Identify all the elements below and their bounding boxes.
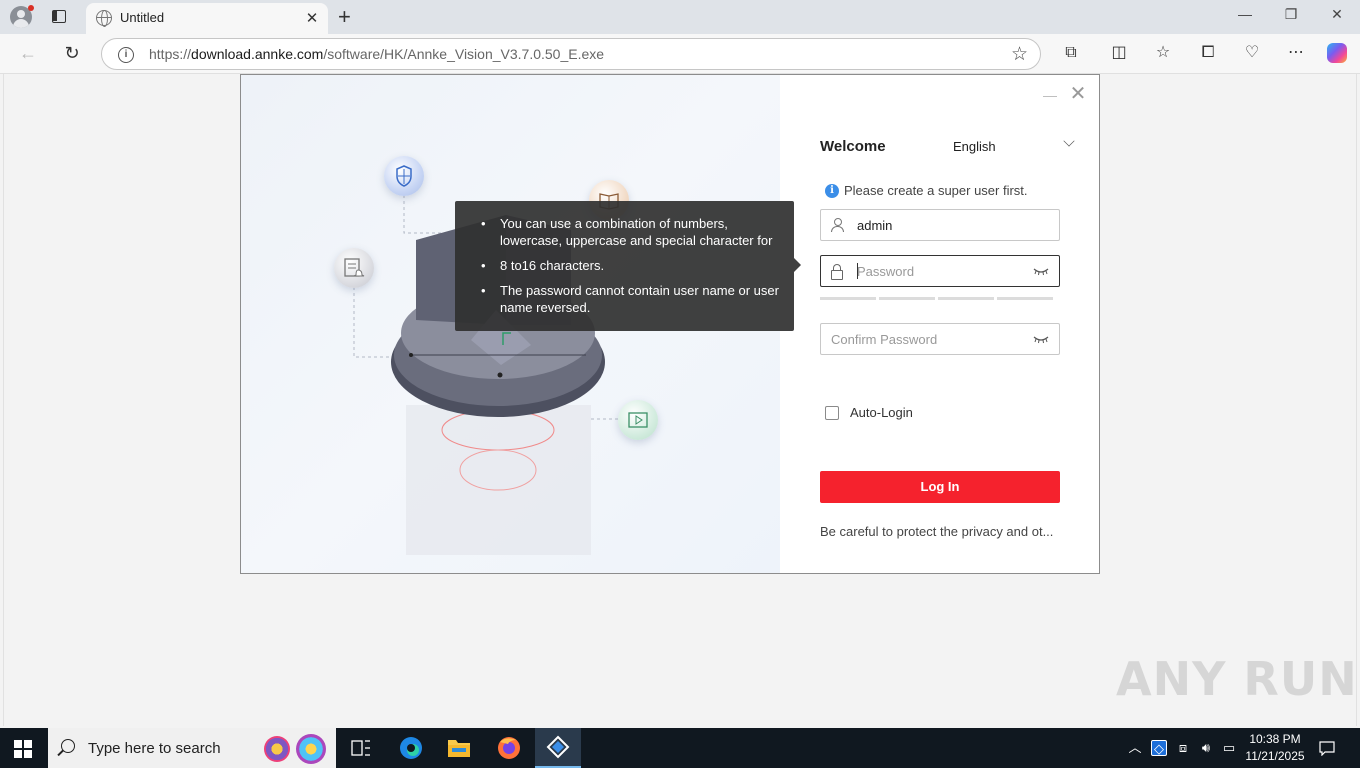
split-screen-icon[interactable]: ◫ <box>1108 42 1130 64</box>
windows-taskbar: Type here to search ︿ ◇ ⧈ 🔊︎ ▭ 10:38 PM … <box>0 728 1360 768</box>
username-value: admin <box>857 218 893 233</box>
tab-title: Untitled <box>120 10 165 25</box>
password-rules-tooltip: You can use a combination of numbers, lo… <box>455 201 794 331</box>
video-badge-icon <box>618 400 658 440</box>
firefox-icon[interactable] <box>486 728 532 768</box>
back-button[interactable]: ← <box>16 42 40 66</box>
clock-time[interactable]: 10:38 PM <box>1244 732 1306 746</box>
volume-icon[interactable]: 🔊︎ <box>1198 740 1214 756</box>
copilot-icon[interactable] <box>1327 43 1347 63</box>
password-strength-meter <box>820 297 1055 300</box>
search-highlight-icon <box>264 736 290 762</box>
browser-tab[interactable]: Untitled ✕ <box>86 3 328 34</box>
language-select[interactable]: English <box>953 139 996 154</box>
confirm-password-placeholder: Confirm Password <box>831 332 938 347</box>
window-restore-button[interactable]: ❐ <box>1281 6 1301 23</box>
dialog-close-button[interactable]: ✕ <box>1069 84 1087 104</box>
strength-segment <box>938 297 994 300</box>
address-bar[interactable]: i https://download.annke.com/software/HK… <box>101 38 1041 70</box>
eye-hidden-icon[interactable] <box>1033 266 1049 276</box>
dialog-minimize-button[interactable]: — <box>1043 87 1057 103</box>
strength-segment <box>820 297 876 300</box>
url-prefix: https:// <box>149 46 192 62</box>
tab-close-icon[interactable]: ✕ <box>304 9 320 27</box>
browser-essentials-icon[interactable]: ♡ <box>1241 42 1263 64</box>
globe-icon <box>96 10 112 27</box>
document-alert-badge-icon <box>334 248 374 288</box>
tooltip-arrow <box>794 258 801 272</box>
lock-icon <box>830 264 844 280</box>
confirm-password-field[interactable]: Confirm Password <box>820 323 1060 355</box>
tooltip-rule: You can use a combination of numbers, lo… <box>481 215 784 249</box>
create-user-notice: Please create a super user first. <box>844 183 1028 198</box>
browser-toolbar: ← ↻ i https://download.annke.com/softwar… <box>0 34 1360 74</box>
browser-tab-bar: Untitled ✕ + — ❐ ✕ <box>0 0 1360 34</box>
tray-app-icon[interactable]: ◇ <box>1151 740 1167 756</box>
window-close-button[interactable]: ✕ <box>1327 6 1347 23</box>
refresh-button[interactable]: ↻ <box>60 42 84 66</box>
welcome-heading: Welcome <box>820 138 886 155</box>
favorites-icon[interactable]: ☆ <box>1152 42 1174 64</box>
info-icon: i <box>825 184 839 198</box>
shield-badge-icon <box>384 156 424 196</box>
search-placeholder: Type here to search <box>88 740 221 757</box>
tooltip-rule: The password cannot contain user name or… <box>481 282 784 316</box>
auto-login-checkbox[interactable] <box>825 406 839 420</box>
password-placeholder: Password <box>857 264 915 279</box>
extensions-icon[interactable]: ⧉ <box>1060 42 1082 64</box>
site-info-icon[interactable]: i <box>118 47 134 63</box>
network-icon[interactable]: ⧈ <box>1175 740 1191 756</box>
notification-center-icon[interactable] <box>1319 740 1335 757</box>
window-minimize-button[interactable]: — <box>1235 6 1255 22</box>
login-button[interactable]: Log In <box>820 471 1060 503</box>
tooltip-rule: 8 to16 characters. <box>481 257 784 274</box>
chevron-down-icon[interactable] <box>1063 135 1075 147</box>
edge-browser-icon[interactable] <box>388 728 434 768</box>
url-host: download.annke.com <box>191 46 324 62</box>
favorite-star-icon[interactable]: ☆ <box>1011 43 1028 66</box>
task-view-icon[interactable] <box>338 728 384 768</box>
profile-notification-dot <box>28 5 34 11</box>
anyrun-watermark: ANY RUN <box>1116 652 1358 706</box>
auto-login-label[interactable]: Auto-Login <box>850 405 913 420</box>
display-icon[interactable]: ▭ <box>1221 740 1237 756</box>
url-text[interactable]: https://download.annke.com/software/HK/A… <box>149 46 604 62</box>
login-form-panel: — ✕ Welcome English i Please create a su… <box>780 75 1099 573</box>
search-icon <box>61 739 75 753</box>
privacy-notice[interactable]: Be careful to protect the privacy and ot… <box>820 524 1053 539</box>
annke-vision-app-icon[interactable] <box>535 728 581 768</box>
strength-segment <box>879 297 935 300</box>
password-field[interactable]: Password <box>820 255 1060 287</box>
tab-actions-icon[interactable] <box>50 8 68 26</box>
windows-start-icon[interactable] <box>14 740 32 758</box>
tray-overflow-chevron-icon[interactable]: ︿ <box>1127 740 1143 756</box>
file-explorer-icon[interactable] <box>436 728 482 768</box>
url-path: /software/HK/Annke_Vision_V3.7.0.50_E.ex… <box>323 46 605 62</box>
username-field[interactable]: admin <box>820 209 1060 241</box>
search-highlight-icon <box>296 734 326 764</box>
new-tab-button[interactable]: + <box>338 4 351 30</box>
strength-segment <box>997 297 1053 300</box>
collections-icon[interactable]: ⧠ <box>1197 42 1219 64</box>
more-menu-icon[interactable]: ⋯ <box>1285 42 1307 64</box>
clock-date[interactable]: 11/21/2025 <box>1244 749 1306 763</box>
eye-hidden-icon[interactable] <box>1033 334 1049 344</box>
taskbar-search[interactable]: Type here to search <box>48 728 336 768</box>
user-icon <box>830 218 844 232</box>
